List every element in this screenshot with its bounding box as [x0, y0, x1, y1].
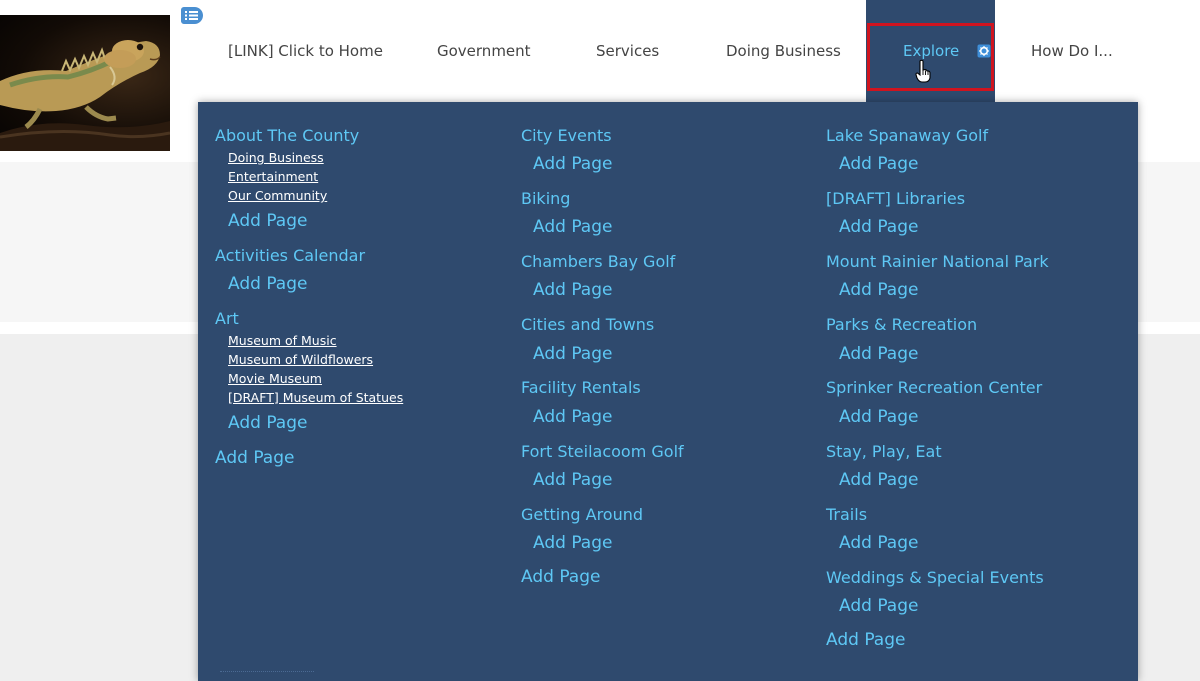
menu-category-libraries[interactable]: [DRAFT] Libraries — [826, 189, 965, 208]
nav-how-do-i[interactable]: How Do I... — [1031, 0, 1113, 102]
menu-category-trails[interactable]: Trails — [826, 505, 867, 524]
menu-category-mount-rainier-national-park[interactable]: Mount Rainier National Park — [826, 252, 1049, 271]
add-category-link[interactable]: Add Page — [215, 448, 294, 468]
nav-explore[interactable]: Explore — [866, 0, 995, 102]
menu-subitem-museum-of-statues[interactable]: [DRAFT] Museum of Statues — [228, 390, 403, 405]
menu-category-facility-rentals[interactable]: Facility Rentals — [521, 378, 641, 397]
menu-subitem-museum-of-music[interactable]: Museum of Music — [228, 333, 337, 348]
menu-category-city-events[interactable]: City Events — [521, 126, 612, 145]
add-page-link[interactable]: Add Page — [839, 344, 918, 364]
add-page-link[interactable]: Add Page — [533, 470, 612, 490]
menu-subitem-doing-business[interactable]: Doing Business — [228, 150, 324, 165]
add-page-link[interactable]: Add Page — [533, 407, 612, 427]
add-page-link[interactable]: Add Page — [533, 533, 612, 553]
menu-subitem-entertainment[interactable]: Entertainment — [228, 169, 318, 184]
add-page-link[interactable]: Add Page — [533, 217, 612, 237]
add-page-link[interactable]: Add Page — [839, 533, 918, 553]
add-page-link[interactable]: Add Page — [839, 154, 918, 174]
add-page-link[interactable]: Add Page — [533, 344, 612, 364]
add-category-link[interactable]: Add Page — [826, 630, 905, 650]
hand-pointer-icon — [915, 59, 931, 83]
add-page-link[interactable]: Add Page — [533, 154, 612, 174]
add-page-link[interactable]: Add Page — [228, 211, 307, 231]
menu-subitem-movie-museum[interactable]: Movie Museum — [228, 371, 322, 386]
add-page-link[interactable]: Add Page — [839, 217, 918, 237]
add-page-link[interactable]: Add Page — [533, 280, 612, 300]
main-nav: [LINK] Click to Home Government Services… — [0, 0, 1200, 102]
explore-mega-menu: About The County Doing Business Entertai… — [198, 102, 1138, 681]
menu-category-about-the-county[interactable]: About The County — [215, 126, 359, 145]
nav-government[interactable]: Government — [437, 0, 531, 102]
add-page-link[interactable]: Add Page — [839, 596, 918, 616]
menu-category-biking[interactable]: Biking — [521, 189, 570, 208]
menu-category-parks-recreation[interactable]: Parks & Recreation — [826, 315, 977, 334]
nav-home-link[interactable]: [LINK] Click to Home — [228, 0, 383, 102]
menu-category-lake-spanaway-golf[interactable]: Lake Spanaway Golf — [826, 126, 988, 145]
add-page-link[interactable]: Add Page — [839, 407, 918, 427]
add-category-link[interactable]: Add Page — [521, 567, 600, 587]
menu-category-cities-and-towns[interactable]: Cities and Towns — [521, 315, 654, 334]
nav-doing-business[interactable]: Doing Business — [726, 0, 841, 102]
menu-subitem-our-community[interactable]: Our Community — [228, 188, 327, 203]
menu-category-fort-steilacoom-golf[interactable]: Fort Steilacoom Golf — [521, 442, 684, 461]
menu-category-weddings-special-events[interactable]: Weddings & Special Events — [826, 568, 1044, 587]
menu-category-art[interactable]: Art — [215, 309, 239, 328]
nav-services[interactable]: Services — [596, 0, 659, 102]
menu-category-sprinker-recreation-center[interactable]: Sprinker Recreation Center — [826, 378, 1042, 397]
add-page-link[interactable]: Add Page — [228, 413, 307, 433]
add-page-link[interactable]: Add Page — [839, 280, 918, 300]
menu-category-getting-around[interactable]: Getting Around — [521, 505, 643, 524]
menu-subitem-museum-of-wildflowers[interactable]: Museum of Wildflowers — [228, 352, 373, 367]
add-page-link[interactable]: Add Page — [839, 470, 918, 490]
menu-category-activities-calendar[interactable]: Activities Calendar — [215, 246, 365, 265]
add-page-link[interactable]: Add Page — [228, 274, 307, 294]
gear-icon[interactable] — [977, 44, 991, 58]
menu-category-stay-play-eat[interactable]: Stay, Play, Eat — [826, 442, 942, 461]
faded-link-remnant — [220, 671, 314, 680]
menu-category-chambers-bay-golf[interactable]: Chambers Bay Golf — [521, 252, 675, 271]
